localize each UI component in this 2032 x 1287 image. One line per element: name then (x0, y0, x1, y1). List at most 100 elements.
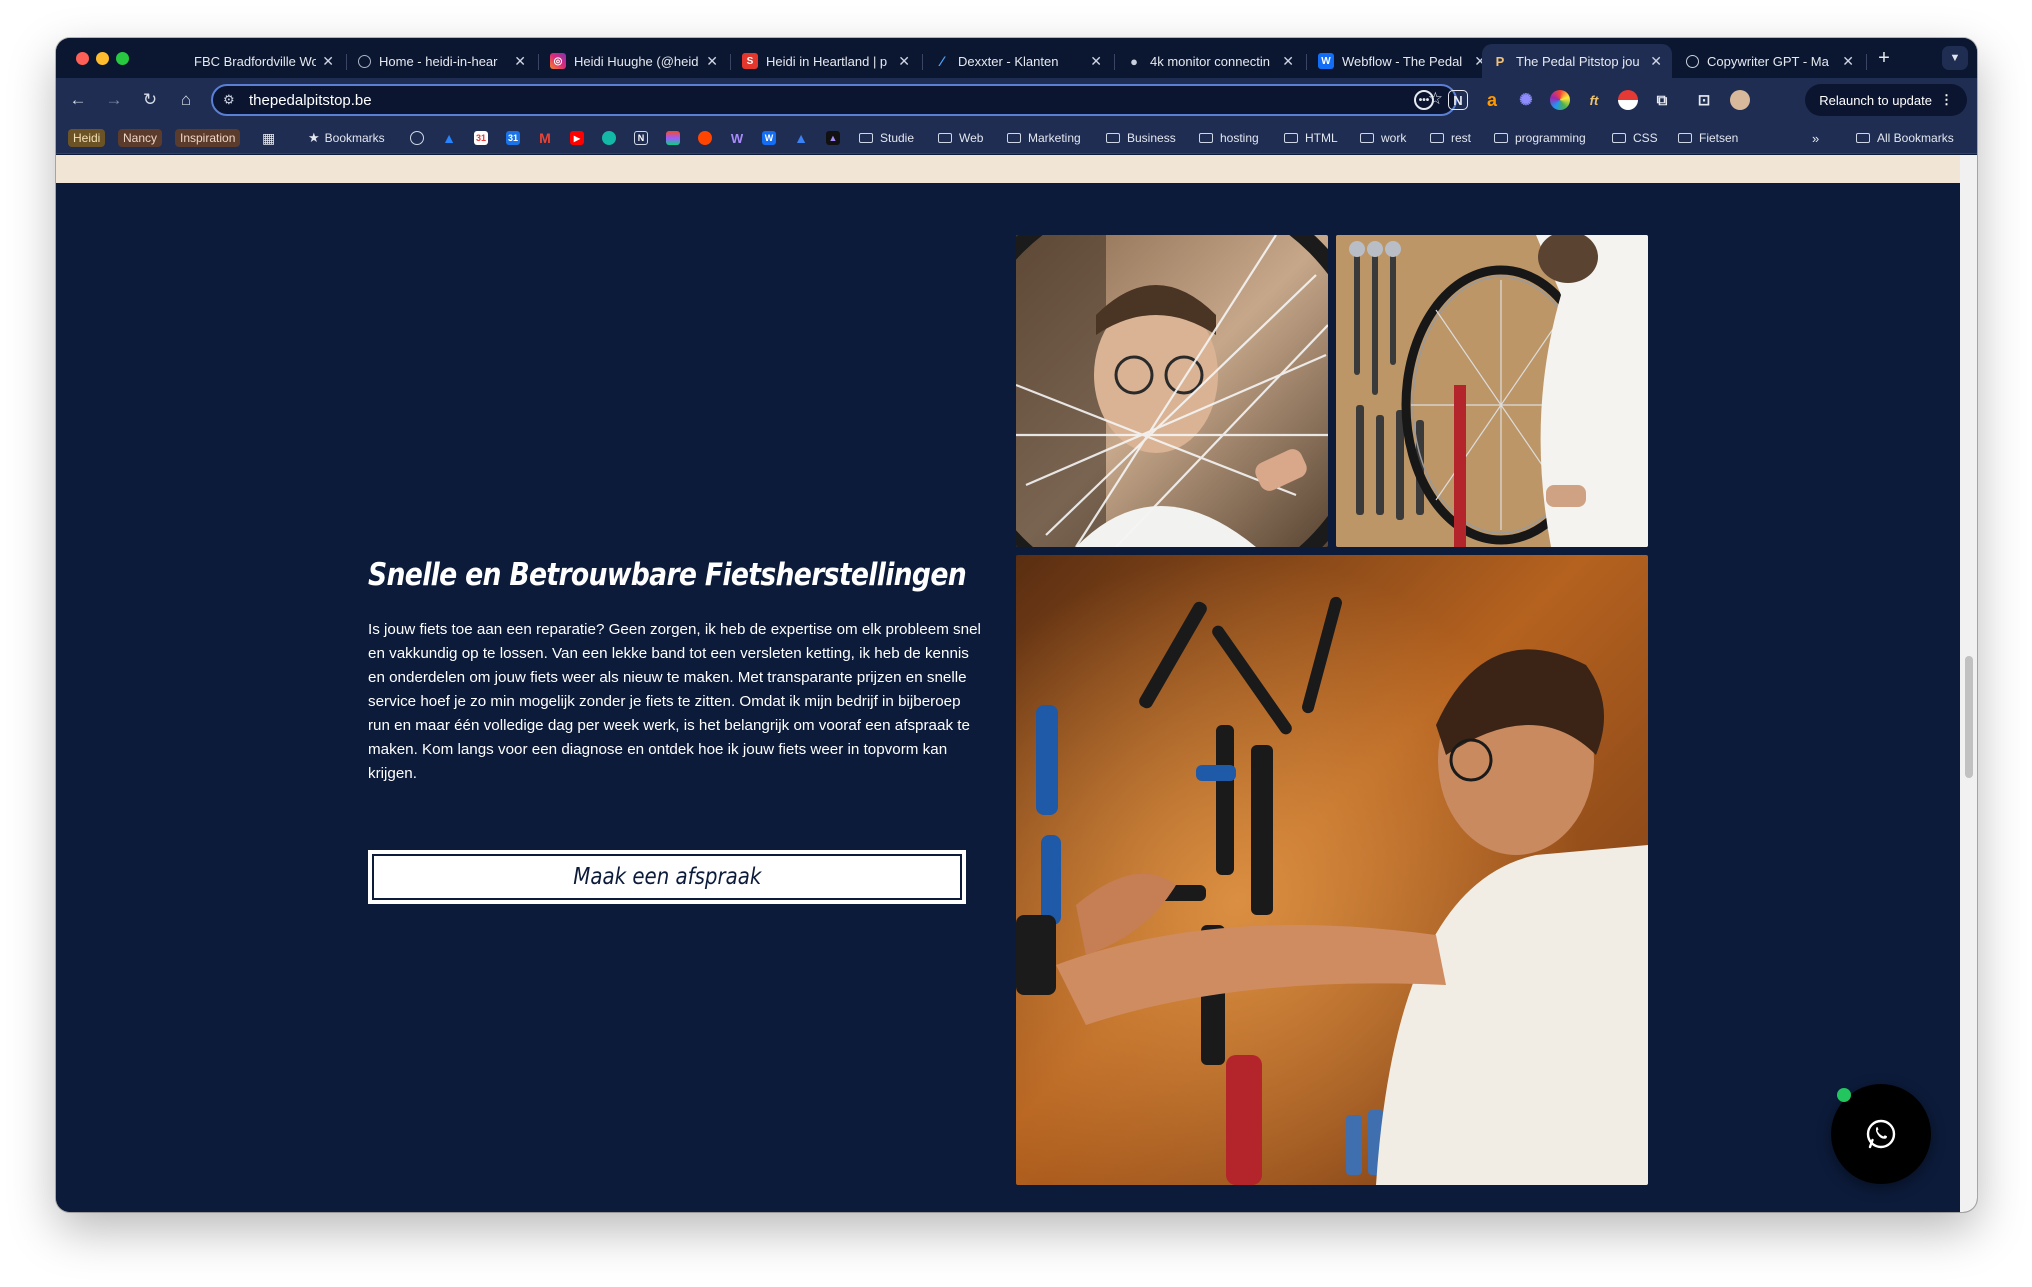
minimize-window-button[interactable] (96, 52, 109, 65)
back-button[interactable]: ← (66, 88, 90, 112)
pedal-pitstop-icon: P (1495, 53, 1505, 69)
bookmark-folder-marketing[interactable]: Marketing (1007, 129, 1081, 147)
site-info-icon[interactable]: ⚙ (223, 92, 235, 108)
folder-icon (1106, 133, 1120, 143)
close-icon[interactable]: ✕ (1282, 53, 1294, 70)
photo-mechanic-tool-wall (1336, 235, 1648, 547)
calendar-icon[interactable]: 31 (474, 131, 488, 145)
figma-icon[interactable] (666, 131, 680, 145)
teal-app-icon[interactable] (602, 131, 616, 145)
bookmark-chip-inspiration[interactable]: Inspiration (175, 129, 241, 147)
new-tab-button[interactable]: + (1872, 46, 1896, 70)
scrollbar-thumb[interactable] (1965, 656, 1973, 778)
bookmarks-overflow-icon[interactable]: » (1812, 129, 1819, 147)
forward-button[interactable]: → (102, 88, 126, 112)
folder-icon (1284, 133, 1298, 143)
folder-icon (1612, 133, 1626, 143)
tab-strip: FBC Bradfordville Wo ✕ Home - heidi-in-h… (56, 38, 1977, 78)
close-icon[interactable]: ✕ (514, 53, 526, 70)
avatar[interactable] (1730, 90, 1750, 110)
bookmark-folder-business[interactable]: Business (1106, 129, 1176, 147)
bookmark-folder-programming[interactable]: programming (1494, 129, 1586, 147)
tab-instagram[interactable]: ◎ Heidi Huughe (@heid ✕ (540, 44, 728, 78)
tab-search-button[interactable]: ▼ (1942, 46, 1968, 70)
tab-pedal-pitstop[interactable]: P The Pedal Pitstop jou ✕ (1482, 44, 1672, 78)
screenshot-icon[interactable]: ⊡ (1694, 90, 1714, 110)
photo-mechanic-wheel-spokes (1016, 235, 1328, 547)
pokeball-icon[interactable] (1618, 90, 1638, 110)
puzzle-icon[interactable]: ⧉ (1652, 90, 1672, 110)
tab-copywriter-gpt[interactable]: Copywriter GPT - Ma ✕ (1676, 44, 1864, 78)
webflow-bookmark-icon[interactable]: W (762, 131, 776, 145)
close-window-button[interactable] (76, 52, 89, 65)
beige-strip (56, 155, 1960, 183)
bookmark-chip-nancy[interactable]: Nancy (118, 129, 163, 147)
bookmark-folder-web[interactable]: Web (938, 129, 983, 147)
apple-icon: ● (1130, 53, 1138, 69)
bookmark-folder-rest[interactable]: rest (1430, 129, 1471, 147)
chevron-down-icon: ▼ (1949, 52, 1961, 64)
reddit-icon[interactable] (698, 131, 712, 145)
home-button[interactable]: ⌂ (174, 88, 198, 112)
amazon-icon[interactable]: a (1482, 90, 1502, 110)
bookmark-folder-studie[interactable]: Studie (859, 129, 914, 147)
zoom-window-button[interactable] (116, 52, 129, 65)
relaunch-button[interactable]: Relaunch to update ⋮ (1805, 84, 1967, 116)
folder-icon (1199, 133, 1213, 143)
tab-4k-monitor[interactable]: ● 4k monitor connectin ✕ (1116, 44, 1304, 78)
photo-mechanic-reaching-tools (1016, 555, 1648, 1185)
youtube-icon[interactable]: ▶ (570, 131, 584, 145)
more-vert-icon: ⋮ (1940, 92, 1953, 107)
address-bar[interactable]: ⚙ thepedalpitstop.be ☆ (211, 84, 1457, 116)
extension-dots-icon[interactable]: ••• (1414, 90, 1434, 110)
make-appointment-button[interactable]: Maak een afspraak (368, 850, 966, 904)
bookmark-chip-heidi[interactable]: Heidi (68, 129, 106, 147)
apps-grid-icon[interactable]: ▦ (262, 129, 275, 147)
webflow-icon: W (1318, 53, 1334, 69)
close-icon[interactable]: ✕ (322, 53, 334, 70)
bookmark-all-bookmarks[interactable]: All Bookmarks (1856, 129, 1954, 147)
whatsapp-icon (1866, 1119, 1896, 1149)
bookmark-folder-work[interactable]: work (1360, 129, 1406, 147)
notion-icon[interactable]: N (1448, 90, 1468, 110)
bookmark-bookmarks[interactable]: ★ Bookmarks (308, 129, 385, 147)
dexxter-icon: ⁄ (940, 53, 944, 69)
arc-icon[interactable]: ▲ (794, 130, 808, 146)
close-icon[interactable]: ✕ (706, 53, 718, 70)
notion-bookmark-icon[interactable]: N (634, 131, 648, 145)
browser-toolbar: ← → ↻ ⌂ ⚙ thepedalpitstop.be ☆ ••• N a ✺… (56, 78, 1977, 122)
bookmark-folder-css[interactable]: CSS (1612, 129, 1658, 147)
folder-icon (1678, 133, 1692, 143)
font-icon[interactable]: ft (1584, 90, 1604, 110)
atlassian-icon[interactable]: ▲ (442, 130, 456, 146)
tab-webflow[interactable]: W Webflow - The Pedal ✕ (1308, 44, 1496, 78)
folder-icon (1360, 133, 1374, 143)
folder-icon (1007, 133, 1021, 143)
close-icon[interactable]: ✕ (1650, 53, 1662, 70)
close-icon[interactable]: ✕ (898, 53, 910, 70)
reload-button[interactable]: ↻ (138, 88, 162, 112)
settings-gear-icon[interactable]: ✺ (1516, 90, 1536, 110)
tab-heidi-heartland[interactable]: S Heidi in Heartland | p ✕ (732, 44, 920, 78)
folder-icon (1430, 133, 1444, 143)
color-wheel-icon[interactable] (1550, 90, 1570, 110)
tab-heidi-home[interactable]: Home - heidi-in-hear ✕ (348, 44, 536, 78)
bookmarks-bar: Heidi Nancy Inspiration ▦ ★ Bookmarks ▲ … (56, 122, 1977, 154)
whatsapp-chat-button[interactable] (1831, 1084, 1931, 1184)
google-calendar-icon[interactable]: 31 (506, 131, 520, 145)
openai-bookmark-icon[interactable] (410, 131, 424, 145)
gmail-icon[interactable]: M (538, 130, 552, 146)
section-heading: Snelle en Betrouwbare Fietsherstellingen (368, 557, 967, 593)
bookmark-folder-html[interactable]: HTML (1284, 129, 1338, 147)
close-icon[interactable]: ✕ (1842, 53, 1854, 70)
close-icon[interactable]: ✕ (1090, 53, 1102, 70)
bookmark-folder-hosting[interactable]: hosting (1199, 129, 1259, 147)
bookmark-folder-fietsen[interactable]: Fietsen (1678, 129, 1738, 147)
webflow-w-icon[interactable]: W (730, 131, 744, 146)
tab-fbc[interactable]: FBC Bradfordville Wo ✕ (160, 44, 344, 78)
dark-app-icon[interactable]: ▲ (826, 131, 840, 145)
openai-icon (1686, 54, 1699, 68)
tab-dexxter[interactable]: ⁄ Dexxter - Klanten ✕ (924, 44, 1112, 78)
url-text[interactable]: thepedalpitstop.be (249, 92, 372, 109)
folder-icon (1856, 133, 1870, 143)
